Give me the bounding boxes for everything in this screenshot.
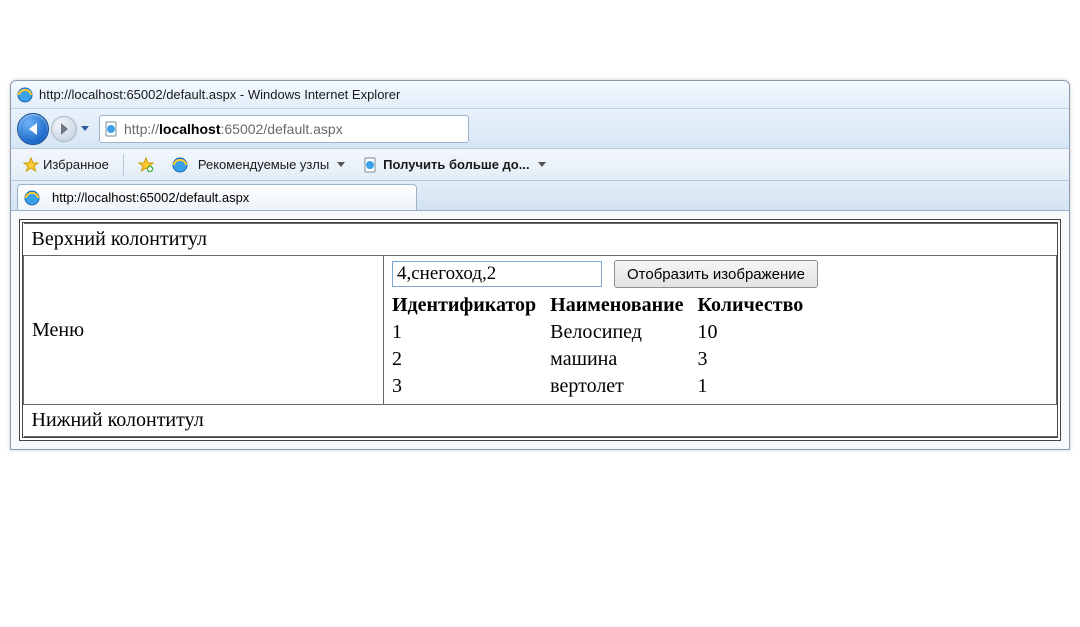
tab-bar: http://localhost:65002/default.aspx — [11, 181, 1069, 211]
separator — [123, 154, 124, 176]
recent-pages-dropdown[interactable] — [81, 126, 89, 131]
cell-id: 3 — [392, 373, 550, 400]
cell-qty: 10 — [698, 319, 818, 346]
ie-icon — [172, 157, 188, 173]
tab-active[interactable]: http://localhost:65002/default.aspx — [17, 184, 417, 210]
favorites-bar: Избранное Рекомендуемые узлы Пол — [11, 149, 1069, 181]
back-button[interactable] — [17, 113, 49, 145]
add-favorite-button[interactable] — [134, 155, 158, 175]
browser-window: http://localhost:65002/default.aspx - Wi… — [10, 80, 1070, 450]
page-icon — [363, 157, 379, 173]
page-content: Верхний колонтитул Меню Отобразить изобр… — [19, 219, 1061, 441]
data-grid: Идентификатор Наименование Количество 1 … — [392, 292, 817, 400]
cell-name: машина — [550, 346, 697, 373]
get-more-link[interactable]: Получить больше до... — [359, 155, 549, 175]
page-footer: Нижний колонтитул — [24, 405, 1057, 437]
chevron-down-icon — [337, 162, 345, 167]
forward-button[interactable] — [51, 116, 77, 142]
arrow-left-icon — [29, 123, 37, 135]
cell-name: Велосипед — [550, 319, 697, 346]
ie-icon — [24, 190, 40, 206]
grid-header-row: Идентификатор Наименование Количество — [392, 292, 817, 319]
arrow-right-icon — [61, 123, 68, 135]
star-add-icon — [138, 157, 154, 173]
url-host: localhost — [159, 121, 220, 137]
address-bar[interactable]: http://localhost:65002/default.aspx — [99, 115, 469, 143]
get-more-label: Получить больше до... — [383, 157, 529, 172]
url-prefix: http:// — [124, 121, 159, 137]
cell-id: 1 — [392, 319, 550, 346]
url-suffix: :65002/default.aspx — [221, 121, 343, 137]
suggested-sites-link[interactable]: Рекомендуемые узлы — [168, 155, 349, 175]
col-name: Наименование — [550, 292, 697, 319]
table-row: 1 Велосипед 10 — [392, 319, 817, 346]
ie-icon — [17, 87, 33, 103]
layout-table: Верхний колонтитул Меню Отобразить изобр… — [23, 223, 1057, 437]
cell-qty: 1 — [698, 373, 818, 400]
col-id: Идентификатор — [392, 292, 550, 319]
table-row: 3 вертолет 1 — [392, 373, 817, 400]
page-favicon-icon — [104, 121, 120, 137]
window-title: http://localhost:65002/default.aspx - Wi… — [39, 87, 400, 102]
page-header: Верхний колонтитул — [24, 224, 1057, 256]
table-row: 2 машина 3 — [392, 346, 817, 373]
favorites-button[interactable]: Избранное — [19, 155, 113, 175]
star-icon — [23, 157, 39, 173]
cell-qty: 3 — [698, 346, 818, 373]
tab-title: http://localhost:65002/default.aspx — [52, 190, 249, 205]
suggested-sites-label: Рекомендуемые узлы — [198, 157, 329, 172]
cell-id: 2 — [392, 346, 550, 373]
show-image-button[interactable]: Отобразить изображение — [614, 260, 818, 288]
cell-name: вертолет — [550, 373, 697, 400]
favorites-label: Избранное — [43, 157, 109, 172]
col-qty: Количество — [698, 292, 818, 319]
chevron-down-icon — [538, 162, 546, 167]
input-row: Отобразить изображение — [392, 260, 1048, 288]
content-cell: Отобразить изображение Идентификатор Наи… — [384, 256, 1057, 405]
address-input[interactable]: http://localhost:65002/default.aspx — [124, 121, 464, 137]
menu-cell: Меню — [24, 256, 384, 405]
item-input[interactable] — [392, 261, 602, 287]
navigation-bar: http://localhost:65002/default.aspx — [11, 109, 1069, 149]
title-bar: http://localhost:65002/default.aspx - Wi… — [11, 81, 1069, 109]
